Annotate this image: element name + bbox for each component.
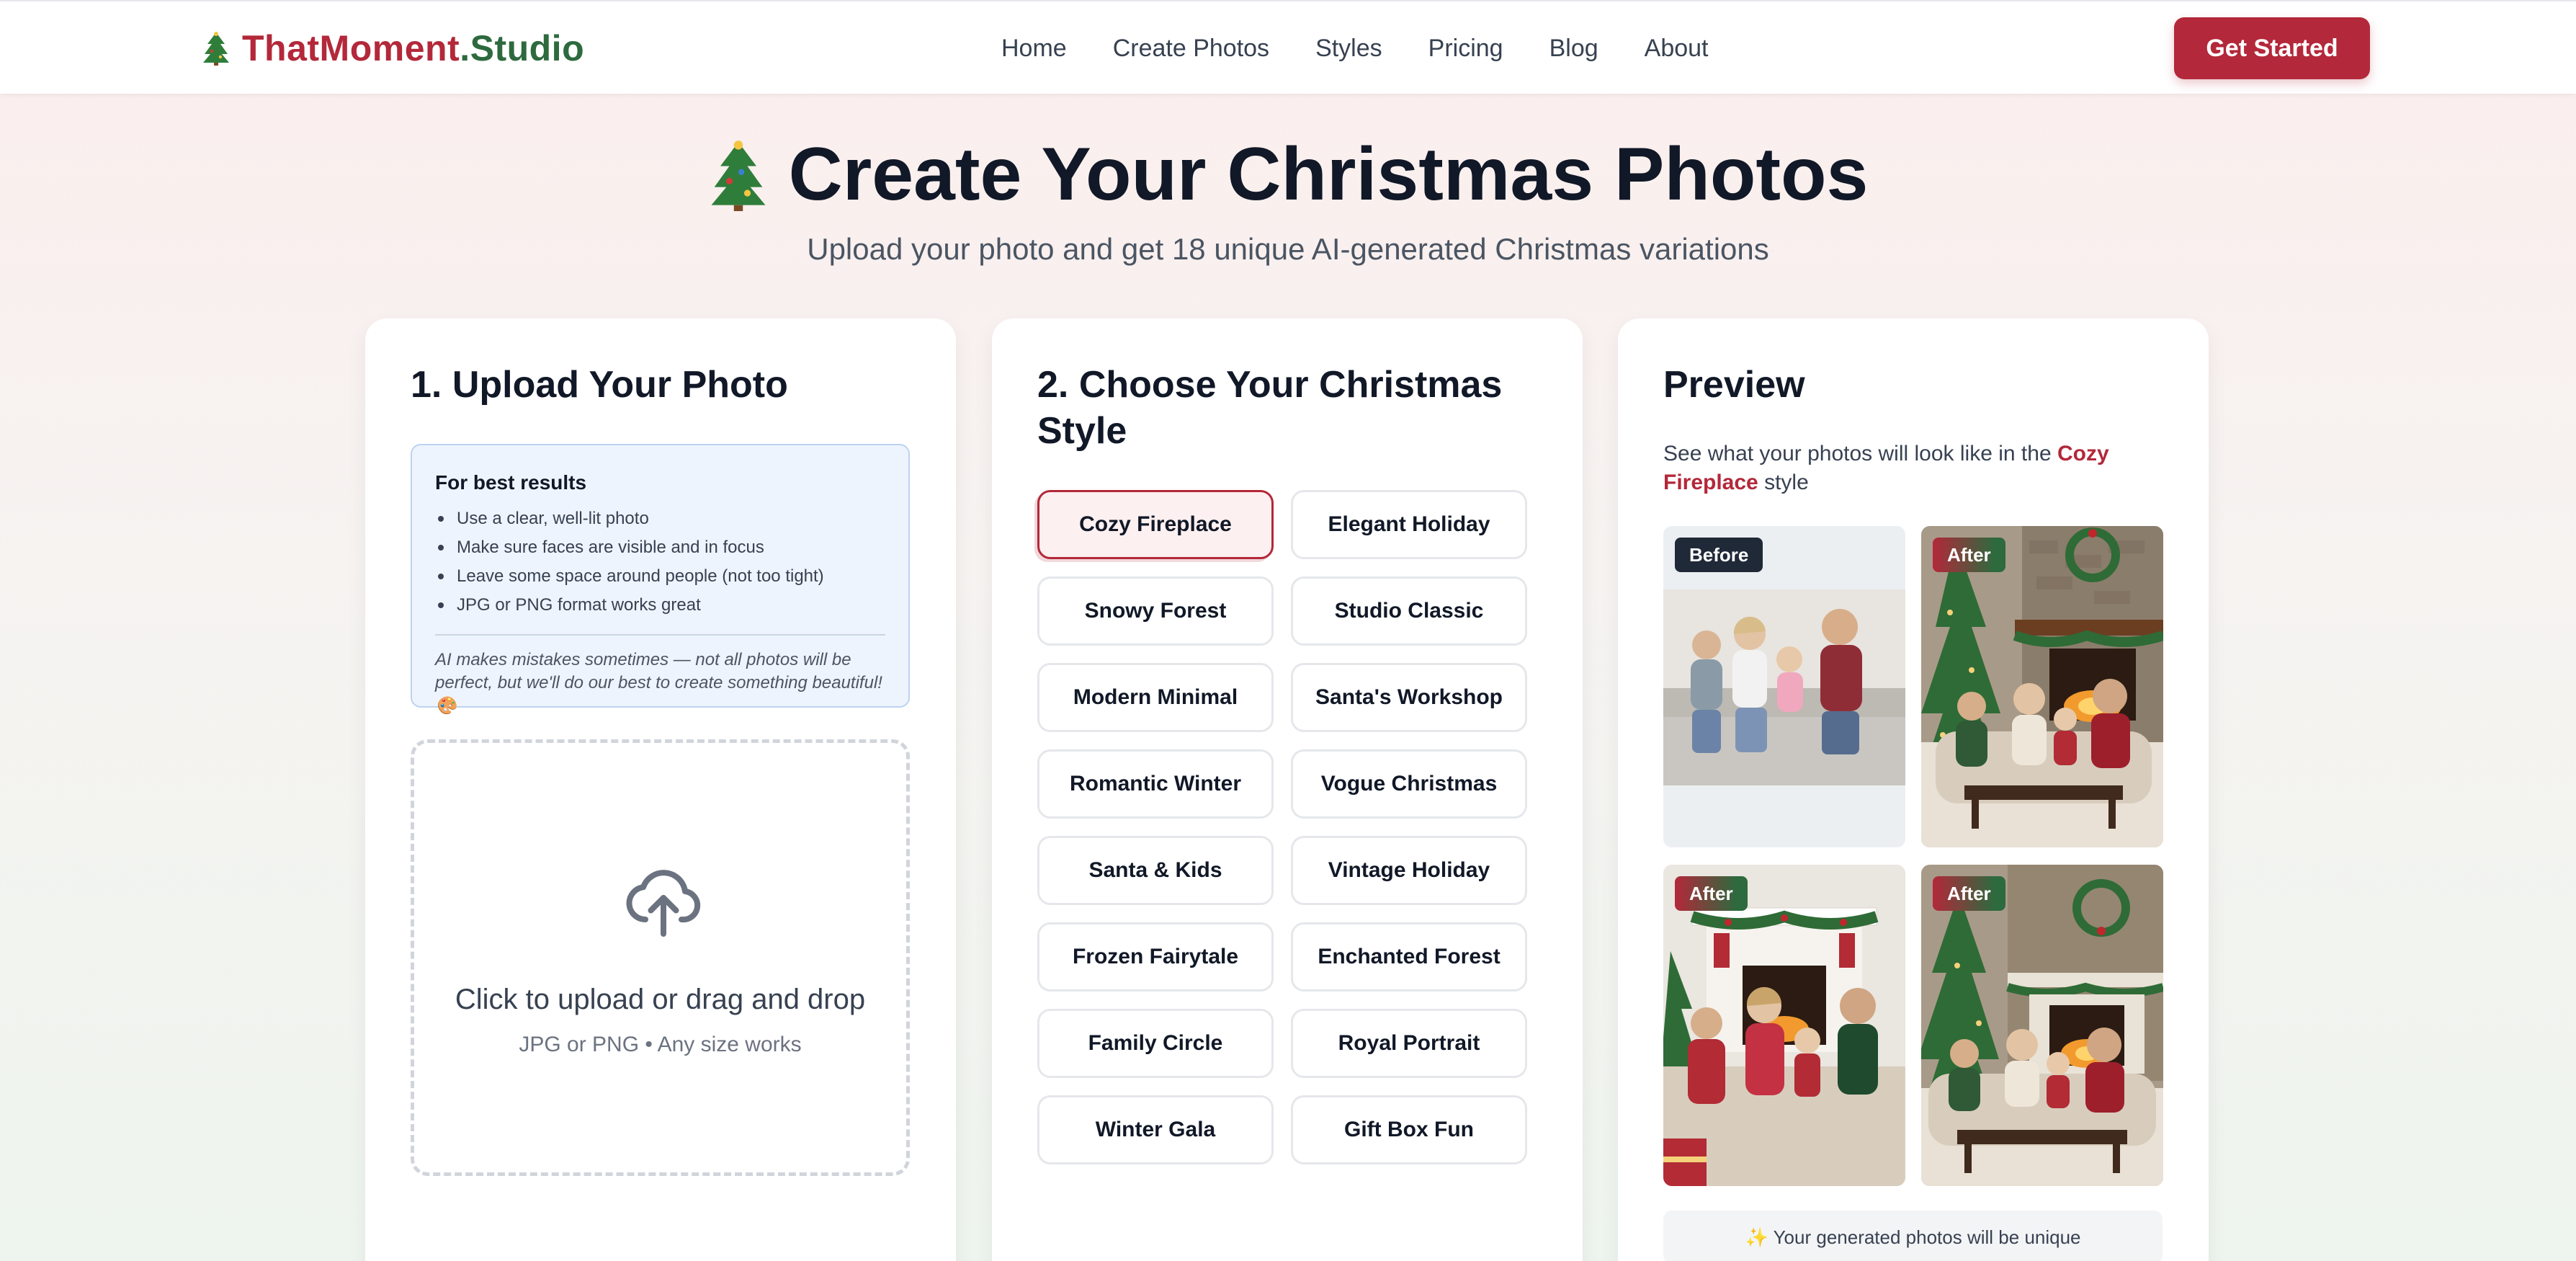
dropzone-label: Click to upload or drag and drop bbox=[455, 984, 866, 1015]
style-option-vintage-holiday[interactable]: Vintage Holiday bbox=[1291, 836, 1527, 905]
dropzone-hint: JPG or PNG • Any size works bbox=[519, 1033, 802, 1056]
top-navbar: ThatMoment.Studio Home Create Photos Sty… bbox=[0, 0, 2576, 94]
tips-list: Use a clear, well-lit photo Make sure fa… bbox=[435, 504, 885, 620]
style-option-gift-box-fun[interactable]: Gift Box Fun bbox=[1291, 1095, 1527, 1164]
style-option-frozen-fairytale[interactable]: Frozen Fairytale bbox=[1037, 922, 1274, 992]
style-option-enchanted-forest[interactable]: Enchanted Forest bbox=[1291, 922, 1527, 992]
tips-divider bbox=[435, 634, 885, 636]
tips-box: For best results Use a clear, well-lit p… bbox=[411, 444, 910, 716]
fireplace-family-photo bbox=[1921, 526, 2163, 847]
preview-after-image: After bbox=[1921, 526, 2163, 847]
preview-desc-suffix: style bbox=[1764, 471, 1809, 494]
fireplace-family-photo bbox=[1663, 865, 1905, 1186]
nav-blog[interactable]: Blog bbox=[1549, 30, 1598, 66]
page-subtitle: Upload your photo and get 18 unique AI-g… bbox=[807, 232, 1769, 266]
page-title-text: Create Your Christmas Photos bbox=[788, 133, 1869, 216]
nav-pricing[interactable]: Pricing bbox=[1428, 30, 1503, 66]
nav-create-photos[interactable]: Create Photos bbox=[1113, 30, 1269, 66]
style-card: 2. Choose Your Christmas Style Cozy Fire… bbox=[992, 318, 1583, 1261]
style-option-winter-gala[interactable]: Winter Gala bbox=[1037, 1095, 1274, 1164]
unique-photos-note: ✨ Your generated photos will be unique bbox=[1663, 1211, 2163, 1261]
after-badge: After bbox=[1933, 538, 2005, 572]
preview-desc-prefix: See what your photos will look like in t… bbox=[1663, 442, 2052, 465]
page-title: Create Your Christmas Photos bbox=[0, 130, 2576, 220]
ai-disclaimer: AI makes mistakes sometimes — not all ph… bbox=[435, 650, 882, 716]
tips-title: For best results bbox=[435, 471, 587, 494]
after-badge: After bbox=[1675, 876, 1748, 911]
style-option-vogue-christmas[interactable]: Vogue Christmas bbox=[1291, 749, 1527, 819]
style-option-family-circle[interactable]: Family Circle bbox=[1037, 1009, 1274, 1078]
preview-description: See what your photos will look like in t… bbox=[1663, 440, 2153, 497]
preview-before-image: Before bbox=[1663, 526, 1905, 847]
style-option-santa-kids[interactable]: Santa & Kids bbox=[1037, 836, 1274, 905]
tip-item: Leave some space around people (not too … bbox=[435, 562, 885, 591]
cloud-upload-icon bbox=[626, 870, 701, 937]
tip-item: JPG or PNG format works great bbox=[435, 591, 885, 620]
tip-item: Use a clear, well-lit photo bbox=[435, 504, 885, 533]
christmas-tree-icon bbox=[711, 140, 766, 211]
logo-text-primary: ThatMoment bbox=[242, 28, 460, 68]
style-option-snowy-forest[interactable]: Snowy Forest bbox=[1037, 576, 1274, 646]
style-card-title: 2. Choose Your Christmas Style bbox=[1037, 364, 1503, 452]
upload-card-title: 1. Upload Your Photo bbox=[411, 364, 788, 406]
christmas-tree-icon bbox=[203, 32, 229, 66]
upload-dropzone[interactable]: Click to upload or drag and drop JPG or … bbox=[411, 739, 910, 1176]
get-started-button[interactable]: Get Started bbox=[2174, 17, 2370, 79]
before-badge: Before bbox=[1675, 538, 1763, 572]
preview-after-image: After bbox=[1921, 865, 2163, 1186]
style-option-santas-workshop[interactable]: Santa's Workshop bbox=[1291, 663, 1527, 732]
logo[interactable]: ThatMoment.Studio bbox=[202, 27, 584, 69]
preview-after-image: After bbox=[1663, 865, 1905, 1186]
logo-text-secondary: .Studio bbox=[460, 28, 585, 68]
nav-styles[interactable]: Styles bbox=[1315, 30, 1382, 66]
style-option-modern-minimal[interactable]: Modern Minimal bbox=[1037, 663, 1274, 732]
style-option-cozy-fireplace[interactable]: Cozy Fireplace bbox=[1037, 490, 1274, 559]
fireplace-family-photo bbox=[1921, 865, 2163, 1186]
nav-home[interactable]: Home bbox=[1001, 30, 1067, 66]
nav-about[interactable]: About bbox=[1645, 30, 1709, 66]
preview-card: Preview See what your photos will look l… bbox=[1618, 318, 2209, 1261]
family-on-sofa-photo bbox=[1663, 526, 1905, 847]
upload-card: 1. Upload Your Photo For best results Us… bbox=[365, 318, 956, 1261]
tip-item: Make sure faces are visible and in focus bbox=[435, 533, 885, 562]
style-option-royal-portrait[interactable]: Royal Portrait bbox=[1291, 1009, 1527, 1078]
after-badge: After bbox=[1933, 876, 2005, 911]
nav-links: Home Create Photos Styles Pricing Blog A… bbox=[1001, 30, 1755, 66]
preview-card-title: Preview bbox=[1663, 364, 1805, 406]
style-option-romantic-winter[interactable]: Romantic Winter bbox=[1037, 749, 1274, 819]
style-option-elegant-holiday[interactable]: Elegant Holiday bbox=[1291, 490, 1527, 559]
style-option-studio-classic[interactable]: Studio Classic bbox=[1291, 576, 1527, 646]
